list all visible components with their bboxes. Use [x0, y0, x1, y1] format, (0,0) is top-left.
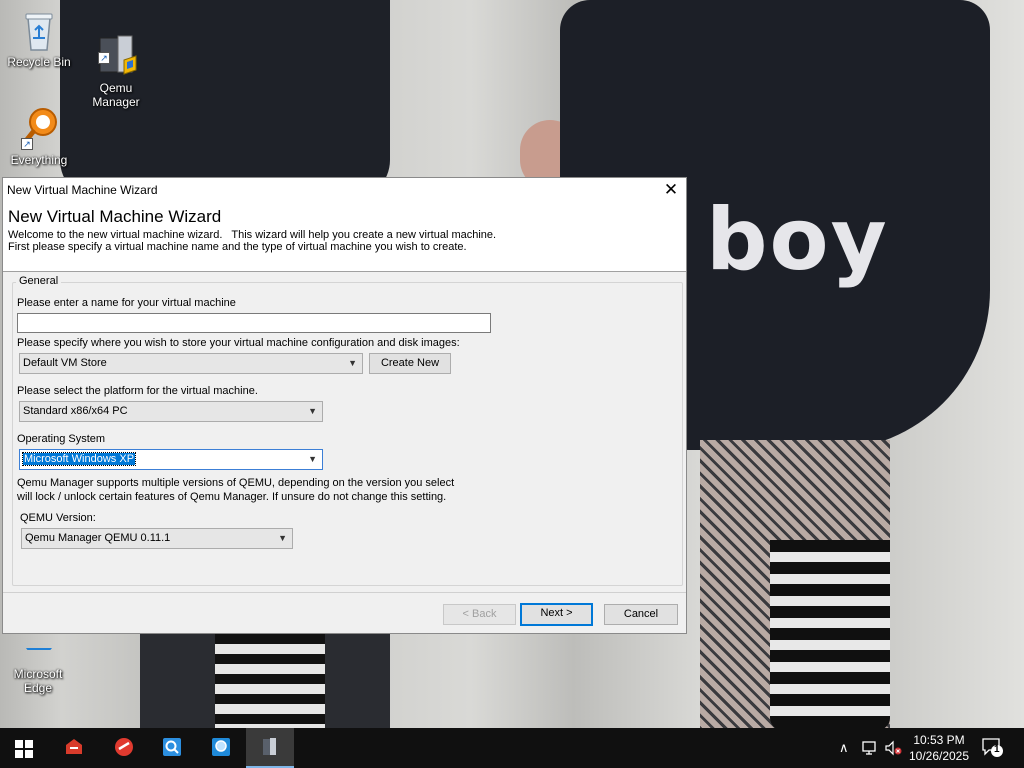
desktop-icon-label: Qemu Manager — [92, 81, 140, 109]
new-vm-wizard-window: New Virtual Machine Wizard ✕ New Virtual… — [2, 177, 687, 634]
desktop-icon-qemu-manager[interactable]: ↗ Qemu Manager — [78, 6, 154, 109]
wallpaper-sock-right — [770, 540, 890, 730]
footer-divider — [3, 592, 686, 593]
action-center-button[interactable]: 1 — [982, 738, 1003, 757]
qemu-version-value: Qemu Manager QEMU 0.11.1 — [25, 532, 171, 544]
window-title: New Virtual Machine Wizard — [7, 183, 158, 197]
next-button[interactable]: Next > — [520, 603, 593, 626]
everything-search-icon: ↗ — [19, 106, 59, 150]
notification-count: 1 — [994, 744, 1000, 755]
taskbar-app-4[interactable] — [197, 728, 245, 768]
group-label: General — [16, 275, 62, 287]
clock-date: 10/26/2025 — [908, 749, 970, 763]
red-toolbox-icon — [66, 739, 82, 754]
desktop-icon-label: Everything — [10, 153, 68, 167]
vm-name-label: Please enter a name for your virtual mac… — [17, 297, 236, 309]
start-button[interactable] — [0, 728, 48, 768]
search-app-icon — [163, 738, 181, 756]
cancel-button[interactable]: Cancel — [604, 604, 678, 625]
taskbar-app-2[interactable] — [100, 728, 148, 768]
chevron-down-icon: ▼ — [308, 406, 317, 416]
chevron-down-icon: ▼ — [308, 454, 317, 464]
wizard-description: Welcome to the new virtual machine wizar… — [8, 229, 681, 253]
qemu-manager-icon: ↗ — [96, 20, 137, 75]
close-button[interactable]: ✕ — [656, 178, 686, 201]
taskbar-app-qemu-manager[interactable] — [246, 728, 294, 768]
os-label: Operating System — [17, 433, 106, 445]
shortcut-arrow-icon: ↗ — [98, 52, 110, 64]
qemu-version-label: QEMU Version: — [20, 512, 96, 524]
wallpaper-text: boy — [706, 190, 889, 290]
desktop-icon-label: Recycle Bin — [7, 55, 71, 69]
general-group: General Please enter a name for your vir… — [12, 275, 683, 586]
notification-icon — [982, 738, 1003, 757]
system-clock[interactable]: 10:53 PM 10/26/2025 — [900, 732, 978, 764]
description-line-1: Welcome to the new virtual machine wizar… — [8, 229, 497, 241]
wallpaper-sock-left — [215, 634, 325, 728]
wizard-header: New Virtual Machine Wizard Welcome to th… — [3, 201, 686, 272]
edge-icon — [18, 634, 58, 650]
back-button[interactable]: < Back — [443, 604, 516, 625]
clock-time: 10:53 PM — [913, 733, 965, 747]
description-line-2: First please specify a virtual machine n… — [8, 241, 467, 253]
close-icon: ✕ — [663, 180, 679, 199]
taskbar-app-1[interactable] — [50, 728, 98, 768]
vm-name-input[interactable] — [17, 313, 491, 333]
chevron-up-icon[interactable]: ∧ — [839, 740, 849, 756]
shortcut-arrow-icon: ↗ — [21, 138, 33, 150]
recycle-bin-icon — [19, 8, 59, 52]
vm-store-value: Default VM Store — [23, 357, 107, 369]
desktop-icon-recycle-bin[interactable]: Recycle Bin — [1, 8, 77, 69]
os-value: Microsoft Windows XP — [21, 452, 137, 466]
qemu-version-select[interactable]: Qemu Manager QEMU 0.11.1 ▼ — [21, 528, 293, 549]
chevron-down-icon: ▼ — [278, 533, 287, 543]
vm-store-select[interactable]: Default VM Store ▼ — [19, 353, 363, 374]
vm-store-label: Please specify where you wish to store y… — [17, 337, 460, 349]
taskbar: ∧ 10:53 PM 10/26/2025 1 — [0, 728, 1024, 768]
taskbar-app-3[interactable] — [148, 728, 196, 768]
red-gauge-icon — [115, 738, 133, 756]
qemu-note-line-1: Qemu Manager supports multiple versions … — [17, 477, 455, 489]
os-select[interactable]: Microsoft Windows XP ▼ — [19, 449, 323, 470]
network-icon[interactable] — [862, 740, 880, 756]
platform-label: Please select the platform for the virtu… — [17, 385, 258, 397]
title-bar[interactable]: New Virtual Machine Wizard ✕ — [3, 178, 686, 201]
platform-select[interactable]: Standard x86/x64 PC ▼ — [19, 401, 323, 422]
desktop-icon-label: Microsoft Edge — [13, 667, 63, 695]
platform-value: Standard x86/x64 PC — [23, 405, 128, 417]
magnifier-app-icon — [212, 738, 230, 756]
windows-logo-icon — [15, 740, 33, 758]
qemu-manager-icon — [263, 738, 276, 755]
qemu-note-line-2: will lock / unlock certain features of Q… — [17, 491, 447, 503]
wizard-heading: New Virtual Machine Wizard — [8, 207, 222, 226]
desktop-icon-everything[interactable]: ↗ Everything — [1, 106, 77, 167]
create-new-button[interactable]: Create New — [369, 353, 451, 374]
chevron-down-icon: ▼ — [348, 358, 357, 368]
